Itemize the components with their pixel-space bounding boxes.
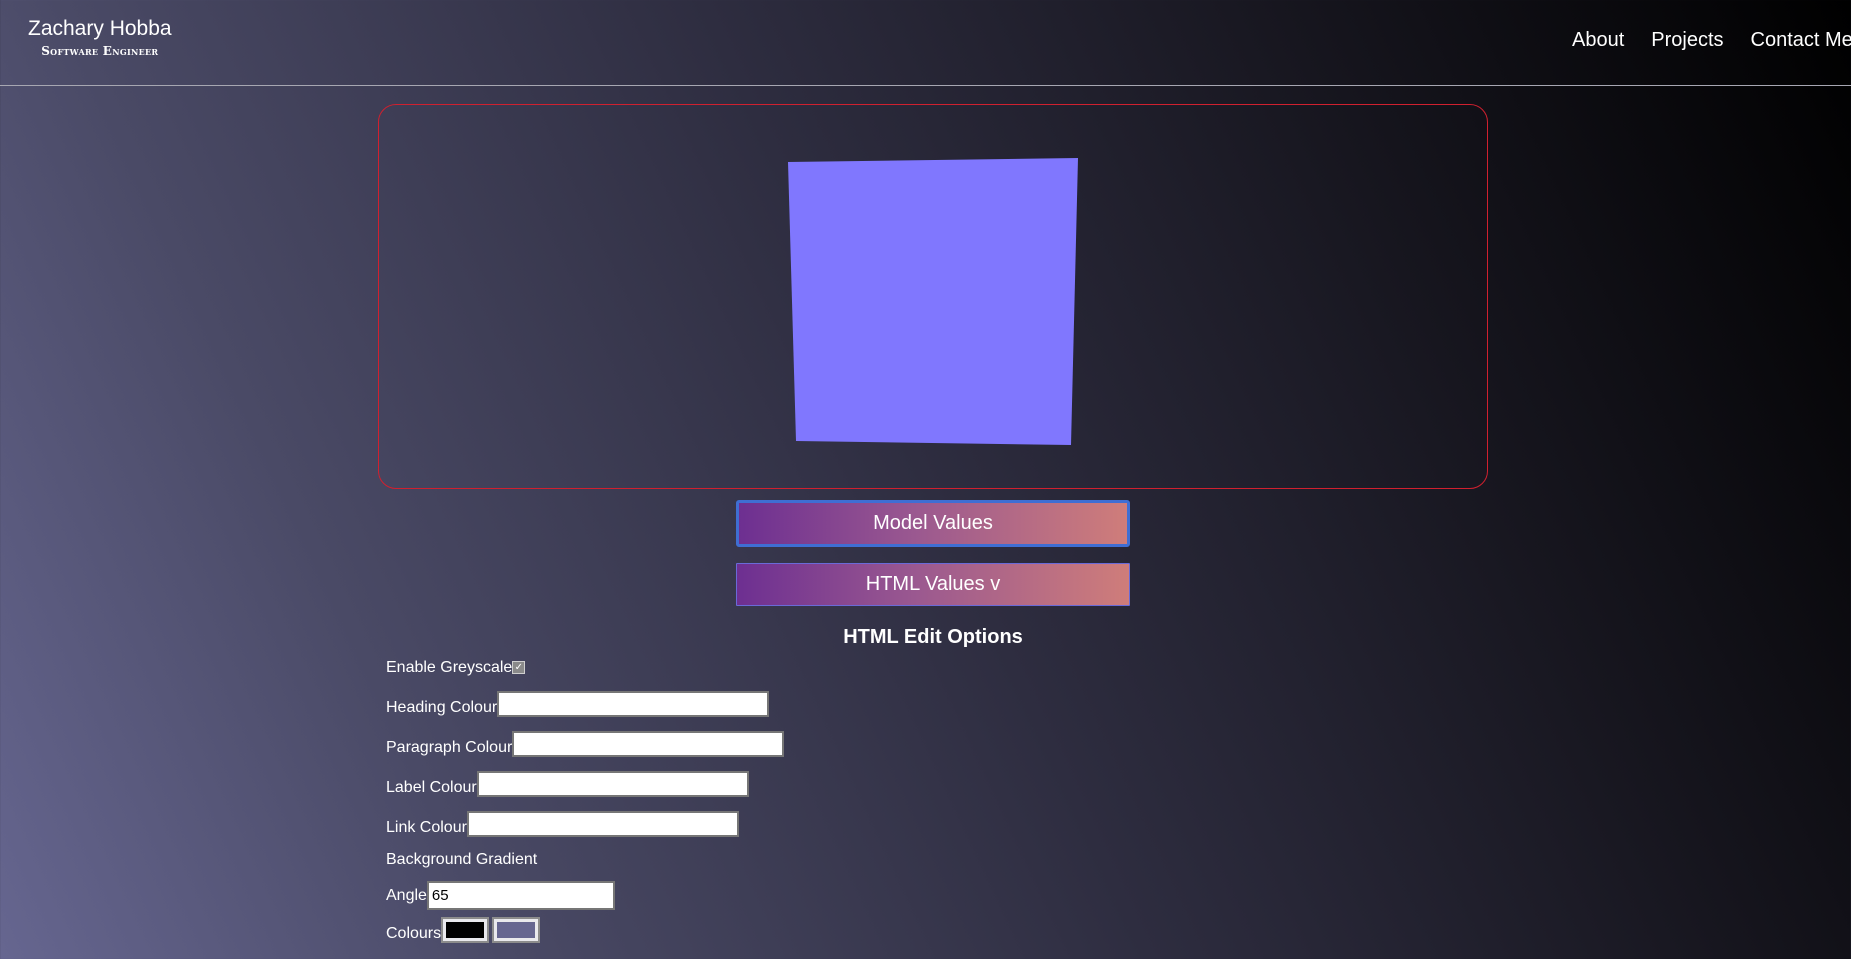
colours-label: Colours [386,925,442,942]
nav-contact[interactable]: Contact Me [1751,28,1851,52]
site-header: Zachary Hobba Software Engineer About Pr… [0,0,1851,86]
label-colour-row: Label Colour [386,771,749,798]
brand-name: Zachary Hobba [28,17,172,40]
brand[interactable]: Zachary Hobba Software Engineer [28,16,172,59]
label-colour-label: Label Colour [386,779,477,796]
cube-model [788,158,1078,445]
link-colour-label: Link Colour [386,819,467,836]
greyscale-row: Enable Greyscale ✓ [386,658,526,678]
model-canvas[interactable] [379,105,1489,490]
background-gradient-label: Background Gradient [386,851,538,868]
heading-colour-input[interactable] [497,691,770,717]
angle-row: Angle [386,881,615,910]
nav-projects[interactable]: Projects [1651,28,1723,52]
heading-colour-label: Heading Colour [386,699,498,716]
html-edit-options-title: HTML Edit Options [843,626,1023,648]
link-colour-row: Link Colour [386,811,739,838]
gradient-colour-2-picker[interactable] [492,917,541,943]
heading-colour-row: Heading Colour [386,691,770,718]
angle-input[interactable] [426,881,615,910]
colours-row: Colours [386,917,543,944]
link-colour-input[interactable] [466,811,739,837]
background-gradient-row: Background Gradient [386,850,537,870]
nav-about[interactable]: About [1572,28,1624,52]
gradient-colour-2-swatch [497,922,536,938]
label-colour-input[interactable] [476,771,749,797]
paragraph-colour-label: Paragraph Colour [386,739,513,756]
greyscale-checkbox[interactable]: ✓ [512,660,526,674]
brand-role: Software Engineer [41,44,159,58]
greyscale-label: Enable Greyscale [386,659,513,676]
3d-model-viewer[interactable] [378,104,1488,489]
main-nav: About Projects Contact Me [1572,28,1851,52]
paragraph-colour-row: Paragraph Colour [386,731,785,758]
gradient-colour-1-picker[interactable] [441,917,490,943]
angle-label: Angle [386,886,427,904]
gradient-colour-1-swatch [446,922,485,938]
model-values-button[interactable]: Model Values [736,500,1130,547]
html-values-button[interactable]: HTML Values v [736,563,1130,606]
paragraph-colour-input[interactable] [512,731,785,757]
